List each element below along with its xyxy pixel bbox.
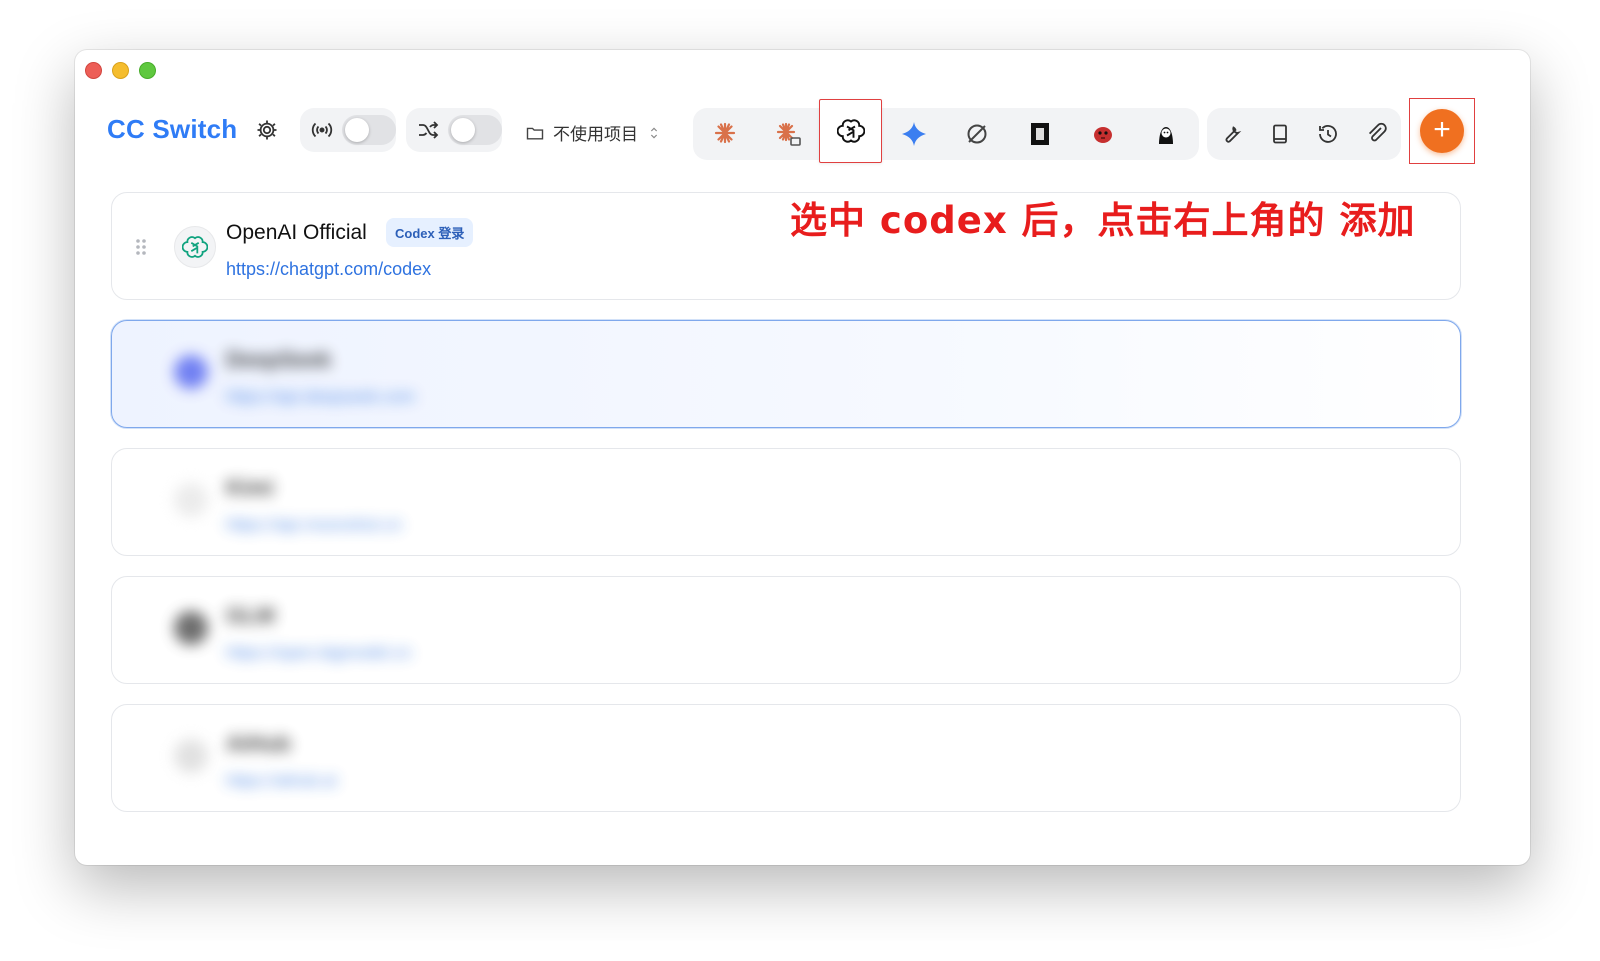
provider-url-link[interactable]: https://aihub.ai [226,771,337,791]
folder-icon [526,127,544,140]
character-icon [1158,127,1173,144]
proxy-switch[interactable] [342,115,396,145]
provider-logo [174,226,216,268]
drag-handle-icon[interactable] [134,237,148,257]
provider-url-link[interactable]: https://api.moonshot.cn [226,515,402,535]
paperclip-icon[interactable] [1365,122,1389,146]
shuffle-icon [419,121,439,139]
provider-url-link[interactable]: https://api.deepseek.com [226,387,415,407]
proxy-toggle-group [300,108,396,152]
provider-card[interactable]: GLM https://open.bigmodel.cn [111,576,1461,684]
close-window-button[interactable] [85,62,102,79]
switch-knob [345,118,369,142]
claude-code-icon [714,122,735,144]
openai-icon [836,119,865,143]
provider-name: GLM [226,603,275,628]
provider-card[interactable]: Kimi https://api.moonshot.cn [111,448,1461,556]
failover-toggle-group [406,108,502,152]
provider-badge: Codex 登录 [386,218,474,247]
app-sync[interactable] [945,108,1008,160]
minimize-window-button[interactable] [112,62,129,79]
toolbar: CC Switch 不使用项目 + [75,98,1530,164]
failover-switch[interactable] [448,115,502,145]
wrench-icon[interactable] [1219,122,1243,146]
sync-icon [967,124,986,144]
claude-desktop-icon [776,122,801,146]
book-icon[interactable] [1268,122,1292,146]
provider-url-link[interactable]: https://open.bigmodel.cn [226,643,411,663]
switch-knob [451,118,475,142]
gemini-icon [901,122,926,146]
provider-name: AiHub [226,731,291,756]
project-label: 不使用项目 [553,125,638,144]
provider-list: OpenAI Official Codex 登录 https://chatgpt… [111,192,1461,832]
broadcast-icon [311,122,333,138]
provider-name: DeepSeek [226,347,332,372]
add-provider-button[interactable]: + [1420,109,1464,153]
chevron-updown-icon [650,126,658,139]
app-character[interactable] [1134,108,1197,160]
app-codex[interactable] [819,99,882,163]
annotation-text: 选中 codex 后，点击右上角的 添加 [790,199,1416,242]
app-switcher [693,99,1199,163]
zoom-window-button[interactable] [139,62,156,79]
window-controls [85,62,156,79]
app-window: CC Switch 不使用项目 + OpenAI Official Codex … [75,50,1530,865]
provider-url-link[interactable]: https://chatgpt.com/codex [226,259,431,280]
settings-gear-icon[interactable] [255,118,279,142]
black-square-icon [1030,123,1049,145]
openai-icon [182,236,208,258]
provider-logo [174,611,208,645]
app-claude-code[interactable] [693,108,756,160]
tools-group [1207,108,1401,160]
app-claude-desktop[interactable] [756,108,819,160]
project-selector[interactable]: 不使用项目 [525,120,662,145]
provider-card[interactable]: DeepSeek https://api.deepseek.com [111,320,1461,428]
add-highlight-box: + [1409,98,1475,164]
provider-card[interactable]: AiHub https://aihub.ai [111,704,1461,812]
app-title: CC Switch [107,114,238,144]
app-bird[interactable] [1071,108,1134,160]
app-terminal[interactable] [1008,108,1071,160]
provider-logo [174,483,208,517]
provider-name: OpenAI Official [226,221,367,244]
provider-name: Kimi [226,475,274,500]
app-gemini[interactable] [882,108,945,160]
provider-logo [174,739,208,773]
provider-logo [174,355,208,389]
history-icon[interactable] [1316,122,1340,146]
red-bird-icon [1093,127,1112,143]
